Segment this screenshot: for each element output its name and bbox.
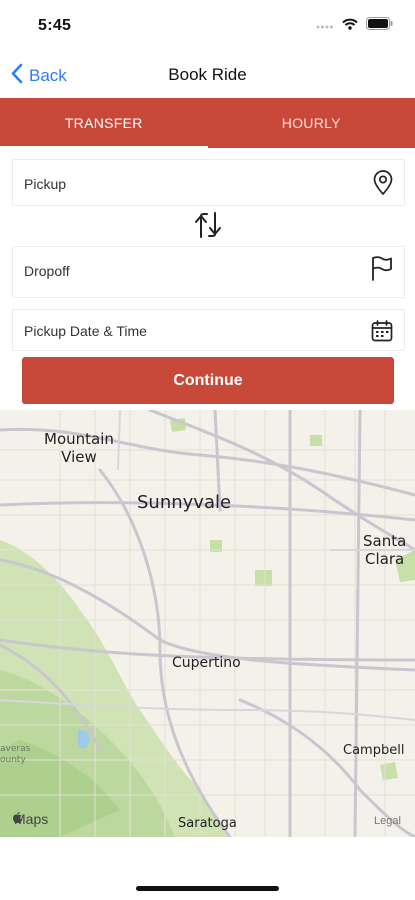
pickup-date-time-field[interactable]: Pickup Date & Time bbox=[12, 309, 405, 351]
map-graphic bbox=[0, 410, 415, 837]
ride-type-tabs: TRANSFER HOURLY bbox=[0, 98, 415, 148]
map-label-sunnyvale: Sunnyvale bbox=[137, 492, 232, 513]
dropoff-label: Dropoff bbox=[24, 263, 70, 279]
page-title: Book Ride bbox=[168, 65, 247, 84]
tab-hourly[interactable]: HOURLY bbox=[208, 98, 415, 148]
calendar-icon bbox=[370, 319, 394, 348]
continue-button[interactable]: Continue bbox=[22, 357, 394, 404]
signal-icon bbox=[316, 17, 334, 35]
map-label-mountain-view: Mountain View bbox=[44, 430, 114, 466]
status-bar: 5:45 bbox=[0, 0, 415, 50]
map-view[interactable]: Mountain View Sunnyvale Santa Clara Cupe… bbox=[0, 410, 415, 837]
map-label-santa-clara: Santa Clara bbox=[363, 532, 407, 568]
wifi-icon bbox=[342, 17, 358, 35]
pickup-date-time-label: Pickup Date & Time bbox=[24, 323, 147, 339]
status-time: 5:45 bbox=[38, 17, 72, 34]
location-pin-icon bbox=[372, 170, 394, 201]
legal-link[interactable]: Legal bbox=[374, 815, 401, 827]
swap-arrows-icon bbox=[193, 212, 223, 243]
tab-transfer[interactable]: TRANSFER bbox=[0, 98, 208, 148]
swap-locations-button[interactable] bbox=[193, 211, 223, 244]
battery-icon bbox=[366, 17, 393, 35]
active-tab-indicator bbox=[0, 146, 208, 149]
flag-icon bbox=[370, 255, 394, 286]
maps-logo: Maps bbox=[12, 811, 48, 827]
map-label-cupertino: Cupertino bbox=[172, 655, 241, 671]
map-label-county: averas ounty bbox=[0, 744, 31, 765]
pickup-label: Pickup bbox=[24, 176, 67, 192]
status-icons bbox=[316, 17, 393, 35]
map-label-campbell: Campbell bbox=[343, 743, 405, 758]
pickup-field[interactable]: Pickup bbox=[12, 159, 405, 206]
map-label-saratoga: Saratoga bbox=[178, 816, 237, 831]
navigation-bar: Back Book Ride bbox=[0, 54, 415, 96]
dropoff-field[interactable]: Dropoff bbox=[12, 246, 405, 298]
home-indicator bbox=[136, 886, 279, 891]
